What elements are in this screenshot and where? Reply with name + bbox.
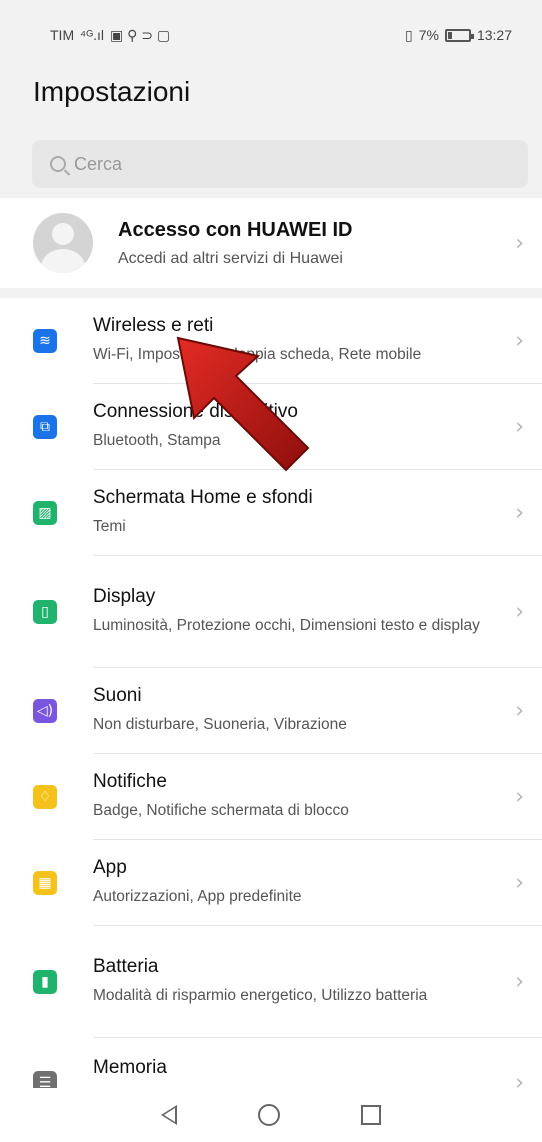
- settings-item-subtitle: Wi-Fi, Impostazioni doppia scheda, Rete …: [93, 345, 422, 363]
- settings-item-text: MemoriaPulizia archivio: [93, 1038, 542, 1088]
- settings-item-text: Connessione dispositivo Bluetooth, Stampa: [93, 384, 542, 470]
- settings-item-suoni[interactable]: ◁) Suoni Non disturbare, Suoneria, Vibrazi…: [0, 668, 542, 754]
- settings-item-display[interactable]: ▯ Display Luminosità, Protezione occhi, Di…: [0, 556, 542, 668]
- carrier-label: TIM: [50, 27, 75, 43]
- settings-item-title: Suoni: [93, 684, 142, 706]
- clock: 13:27: [476, 27, 512, 43]
- settings-item-title: Memoria: [93, 1057, 167, 1078]
- battery-percent: 7%: [418, 27, 439, 43]
- chevron-right-icon: ›: [515, 1070, 524, 1089]
- settings-item-title: Wireless e reti: [93, 314, 214, 336]
- navigation-bar: [0, 1088, 542, 1142]
- settings-item-wireless-e-reti[interactable]: ≋ Wireless e reti Wi-Fi, Impostazioni dopp…: [0, 298, 542, 384]
- avatar: [33, 213, 93, 273]
- apps-icon: ▦: [33, 871, 57, 895]
- vibrate-icon: ▯: [405, 26, 413, 43]
- battery-status-icon: [444, 28, 474, 42]
- chevron-right-icon: ›: [515, 599, 524, 625]
- status-left: TIM ⁴ᴳ.ıl ▣ ⚲ ⊃ ▢: [50, 27, 170, 44]
- chevron-right-icon: ›: [515, 870, 524, 896]
- huawei-id-row[interactable]: Accesso con HUAWEI ID Accedi ad altri se…: [0, 198, 542, 288]
- settings-item-subtitle: Luminosità, Protezione occhi, Dimensioni…: [93, 616, 480, 634]
- settings-item-subtitle: Modalità di risparmio energetico, Utiliz…: [93, 986, 428, 1004]
- settings-item-schermata-home-e-sfondi[interactable]: ▨ Schermata Home e sfondi Temi ›: [0, 470, 542, 556]
- chevron-right-icon: ›: [515, 230, 524, 256]
- settings-item-batteria[interactable]: ▮ Batteria Modalità di risparmio energetic…: [0, 926, 542, 1038]
- settings-item-memoria[interactable]: ☰ MemoriaPulizia archivio›: [0, 1038, 542, 1088]
- settings-item-subtitle: Badge, Notifiche schermata di blocco: [93, 801, 349, 819]
- storage-icon: ☰: [33, 1071, 57, 1088]
- settings-item-title: Batteria: [93, 955, 159, 977]
- account-title: Accesso con HUAWEI ID: [118, 218, 353, 241]
- display-icon: ▯: [33, 600, 57, 624]
- search-input[interactable]: Cerca: [32, 140, 528, 188]
- settings-item-connessione-dispositivo[interactable]: ⧉ Connessione dispositivo Bluetooth, Stamp…: [0, 384, 542, 470]
- bell-icon: ♢: [33, 785, 57, 809]
- signal-icon: ⁴ᴳ.ıl: [80, 27, 104, 43]
- settings-item-title: Schermata Home e sfondi: [93, 486, 313, 508]
- settings-item-subtitle: Autorizzazioni, App predefinite: [93, 887, 302, 905]
- settings-item-notifiche[interactable]: ♢ Notifiche Badge, Notifiche schermata di …: [0, 754, 542, 840]
- chevron-right-icon: ›: [515, 784, 524, 810]
- chevron-right-icon: ›: [515, 328, 524, 354]
- chevron-right-icon: ›: [515, 500, 524, 526]
- sound-icon: ◁): [33, 699, 57, 723]
- device-connection-icon: ⧉: [33, 415, 57, 439]
- settings-item-title: Notifiche: [93, 770, 167, 792]
- notification-icons: ▣ ⚲ ⊃ ▢: [109, 26, 171, 43]
- settings-item-subtitle: Temi: [93, 517, 126, 535]
- settings-item-title: Display: [93, 585, 156, 607]
- settings-item-text: Wireless e reti Wi-Fi, Impostazioni doppi…: [93, 298, 542, 384]
- back-icon[interactable]: [160, 1105, 177, 1125]
- settings-list: ≋ Wireless e reti Wi-Fi, Impostazioni dopp…: [0, 298, 542, 1088]
- settings-item-text: Schermata Home e sfondi Temi: [93, 470, 542, 556]
- home-icon[interactable]: [257, 1104, 280, 1126]
- settings-item-text: Batteria Modalità di risparmio energetico…: [93, 926, 542, 1038]
- status-bar: TIM ⁴ᴳ.ıl ▣ ⚲ ⊃ ▢ ▯ 7% 13:27: [0, 0, 542, 70]
- search-placeholder: Cerca: [74, 153, 123, 174]
- settings-item-app[interactable]: ▦ App Autorizzazioni, App predefinite ›: [0, 840, 542, 926]
- battery-icon: ▮: [33, 970, 57, 994]
- settings-item-text: Notifiche Badge, Notifiche schermata di b…: [93, 754, 542, 840]
- settings-item-text: Suoni Non disturbare, Suoneria, Vibrazion…: [93, 668, 542, 754]
- account-subtitle: Accedi ad altri servizi di Huawei: [118, 249, 343, 267]
- settings-item-text: App Autorizzazioni, App predefinite: [93, 840, 542, 926]
- settings-item-title: Connessione dispositivo: [93, 400, 298, 422]
- chevron-right-icon: ›: [515, 698, 524, 724]
- settings-item-subtitle: Non disturbare, Suoneria, Vibrazione: [93, 715, 347, 733]
- wallpaper-icon: ▨: [33, 501, 57, 525]
- recent-apps-icon[interactable]: [361, 1105, 382, 1125]
- chevron-right-icon: ›: [515, 414, 524, 440]
- wifi-icon: ≋: [33, 329, 57, 353]
- page-title: Impostazioni: [33, 76, 191, 107]
- settings-item-subtitle: Bluetooth, Stampa: [93, 431, 221, 449]
- search-icon: [50, 156, 66, 172]
- account-text: Accesso con HUAWEI ID Accedi ad altri se…: [118, 219, 542, 268]
- status-right: ▯ 7% 13:27: [405, 27, 512, 44]
- settings-item-title: App: [93, 856, 127, 878]
- settings-item-text: Display Luminosità, Protezione occhi, Dim…: [93, 556, 542, 668]
- chevron-right-icon: ›: [515, 969, 524, 995]
